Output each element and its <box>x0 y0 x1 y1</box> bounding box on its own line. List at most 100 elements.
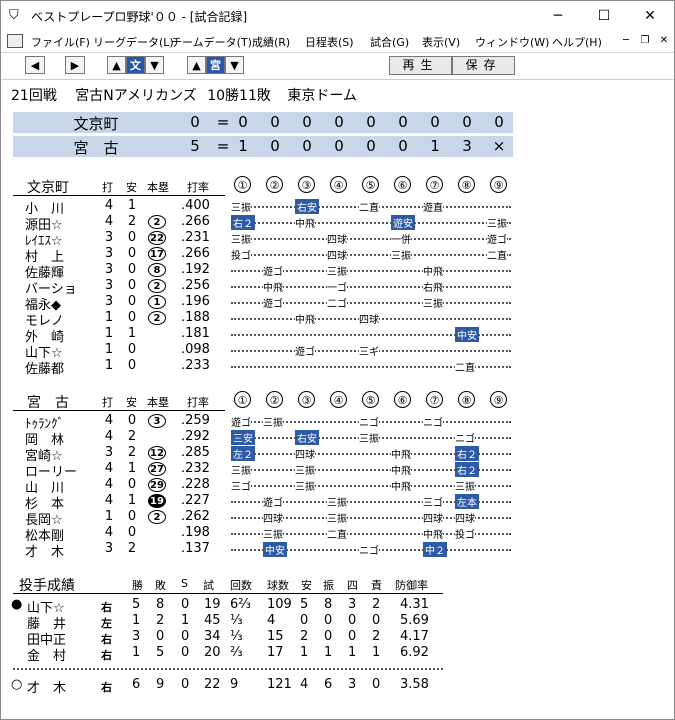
prev-button[interactable]: ◀ <box>25 56 45 74</box>
pitcher-stat-ip: ⅓ <box>230 629 243 644</box>
close-button[interactable]: ✕ <box>627 1 673 31</box>
pitcher-stat-h: 2 <box>300 629 309 644</box>
scoreboard-inning-score: 0 <box>270 113 280 131</box>
pitching-header-ip: 回数 <box>230 579 252 592</box>
menu-file[interactable]: ファイル(F) <box>31 34 90 50</box>
pitcher-hand: 右 <box>101 601 112 614</box>
player-at-bats: 1 <box>104 509 114 524</box>
menu-schedule[interactable]: 日程表(S) <box>305 34 354 50</box>
scoreboard-inning-score: 3 <box>462 137 472 155</box>
player-average: .233 <box>181 358 210 373</box>
menu-team-data[interactable]: チームデータ(T) <box>171 34 252 50</box>
scoreboard-team-name: 文京町 <box>73 115 119 133</box>
pitcher-result-mark: ○ <box>11 677 23 692</box>
mdi-close-button[interactable]: ✕ <box>656 34 672 48</box>
mdi-restore-button[interactable]: ❐ <box>637 34 653 48</box>
pitcher-hand: 右 <box>101 681 112 694</box>
team-a-down-button[interactable]: ▼ <box>145 56 164 74</box>
player-home-runs: 2 <box>148 215 166 229</box>
pitcher-stat-h: 0 <box>300 613 309 628</box>
save-button[interactable]: 保存 <box>452 56 515 75</box>
team-b-up-button[interactable]: ▲ <box>187 56 206 74</box>
scoreboard-total: 5 <box>190 137 200 155</box>
pitcher-stat-bb: 0 <box>348 613 357 628</box>
pitching-header-l: 敗 <box>155 579 166 592</box>
at-bat-result: 三振 <box>327 494 347 509</box>
team-a-up-button[interactable]: ▲ <box>107 56 126 74</box>
scoreboard-inning-score: 0 <box>494 113 504 131</box>
game-record-window: ⛉ ベストプレープロ野球'００ - [試合記録] ─ ☐ ✕ ファイル(F) リ… <box>0 0 675 720</box>
col-header-hits: 安 <box>126 181 137 194</box>
at-bat-result: 四球 <box>327 231 347 246</box>
player-home-runs: 2 <box>148 279 166 293</box>
pitcher-stat-era: 6.92 <box>400 645 429 660</box>
pitching-divider <box>13 593 443 594</box>
player-average: .259 <box>181 413 210 428</box>
menu-view[interactable]: 表示(V) <box>422 34 460 50</box>
inning-number: ② <box>266 176 283 193</box>
at-bat-result: 三振 <box>295 462 315 477</box>
col-header-ab: 打 <box>102 181 113 194</box>
pitcher-stat-w: 1 <box>132 613 141 628</box>
pitcher-hand: 右 <box>101 633 112 646</box>
player-average: .137 <box>181 541 210 556</box>
play-button[interactable]: 再生 <box>389 56 452 75</box>
pitcher-stat-ip: 6⅔ <box>230 597 251 612</box>
dotted-guide <box>231 238 511 240</box>
scoreboard-inning-score: 0 <box>334 137 344 155</box>
maximize-button[interactable]: ☐ <box>581 1 627 31</box>
at-bat-result: ニゴ <box>359 542 379 557</box>
pitching-header-g: 試 <box>203 579 214 592</box>
pitcher-stat-era: 4.17 <box>400 629 429 644</box>
player-average: .232 <box>181 461 210 476</box>
minimize-button[interactable]: ─ <box>535 1 581 31</box>
game-header: 21回戦 宮古Nアメリカンズ 10勝11敗 東京ドーム <box>11 85 357 105</box>
at-bat-result: 投ゴ <box>231 247 251 262</box>
menu-league-data[interactable]: リーグデータ(L) <box>93 34 174 50</box>
team-b-selector[interactable]: 宮 <box>206 56 225 74</box>
player-average: .227 <box>181 493 210 508</box>
pitcher-stat-g: 22 <box>204 677 221 692</box>
player-average: .198 <box>181 525 210 540</box>
player-average: .231 <box>181 230 210 245</box>
player-average: .266 <box>181 246 210 261</box>
player-average: .228 <box>181 477 210 492</box>
scoreboard-inning-score: 0 <box>270 137 280 155</box>
scoreboard-inning-score: 0 <box>430 113 440 131</box>
pitcher-stat-bb: 1 <box>348 645 357 660</box>
player-at-bats: 4 <box>104 198 114 213</box>
inning-number: ⑧ <box>458 176 475 193</box>
pitcher-stat-ip: 9 <box>230 677 239 692</box>
inning-number: ⑦ <box>426 176 443 193</box>
pitcher-hand: 右 <box>101 649 112 662</box>
inning-number: ⑥ <box>394 391 411 408</box>
menu-help[interactable]: ヘルプ(H) <box>552 34 602 50</box>
at-bat-result: 遊ゴ <box>263 494 283 509</box>
inning-number: ④ <box>330 391 347 408</box>
dotted-guide <box>231 254 511 256</box>
player-at-bats: 4 <box>104 493 114 508</box>
scoreboard-inning-score: 0 <box>398 113 408 131</box>
player-at-bats: 4 <box>104 429 114 444</box>
at-bat-result: 三振 <box>263 414 283 429</box>
next-button[interactable]: ▶ <box>65 56 85 74</box>
pitching-header-s: S <box>181 577 188 590</box>
inning-number: ⑦ <box>426 391 443 408</box>
team-b-down-button[interactable]: ▼ <box>225 56 244 74</box>
at-bat-result: 右２ <box>231 215 255 230</box>
document-icon[interactable] <box>7 34 23 48</box>
col-header-hits: 安 <box>126 396 137 409</box>
player-average: .292 <box>181 429 210 444</box>
player-average: .098 <box>181 342 210 357</box>
mdi-minimize-button[interactable]: ─ <box>618 34 634 48</box>
inning-number: ⑤ <box>362 176 379 193</box>
team-a-selector[interactable]: 文 <box>126 56 145 74</box>
menu-game[interactable]: 試合(G) <box>370 34 409 50</box>
pitcher-stat-er: 2 <box>372 597 381 612</box>
player-hits: 0 <box>127 509 137 524</box>
menu-window[interactable]: ウィンドウ(W) <box>475 34 549 50</box>
pitcher-stat-era: 4.31 <box>400 597 429 612</box>
pitcher-stat-s: 0 <box>181 597 190 612</box>
player-hits: 0 <box>127 230 137 245</box>
menu-stats[interactable]: 成績(R) <box>252 34 290 50</box>
